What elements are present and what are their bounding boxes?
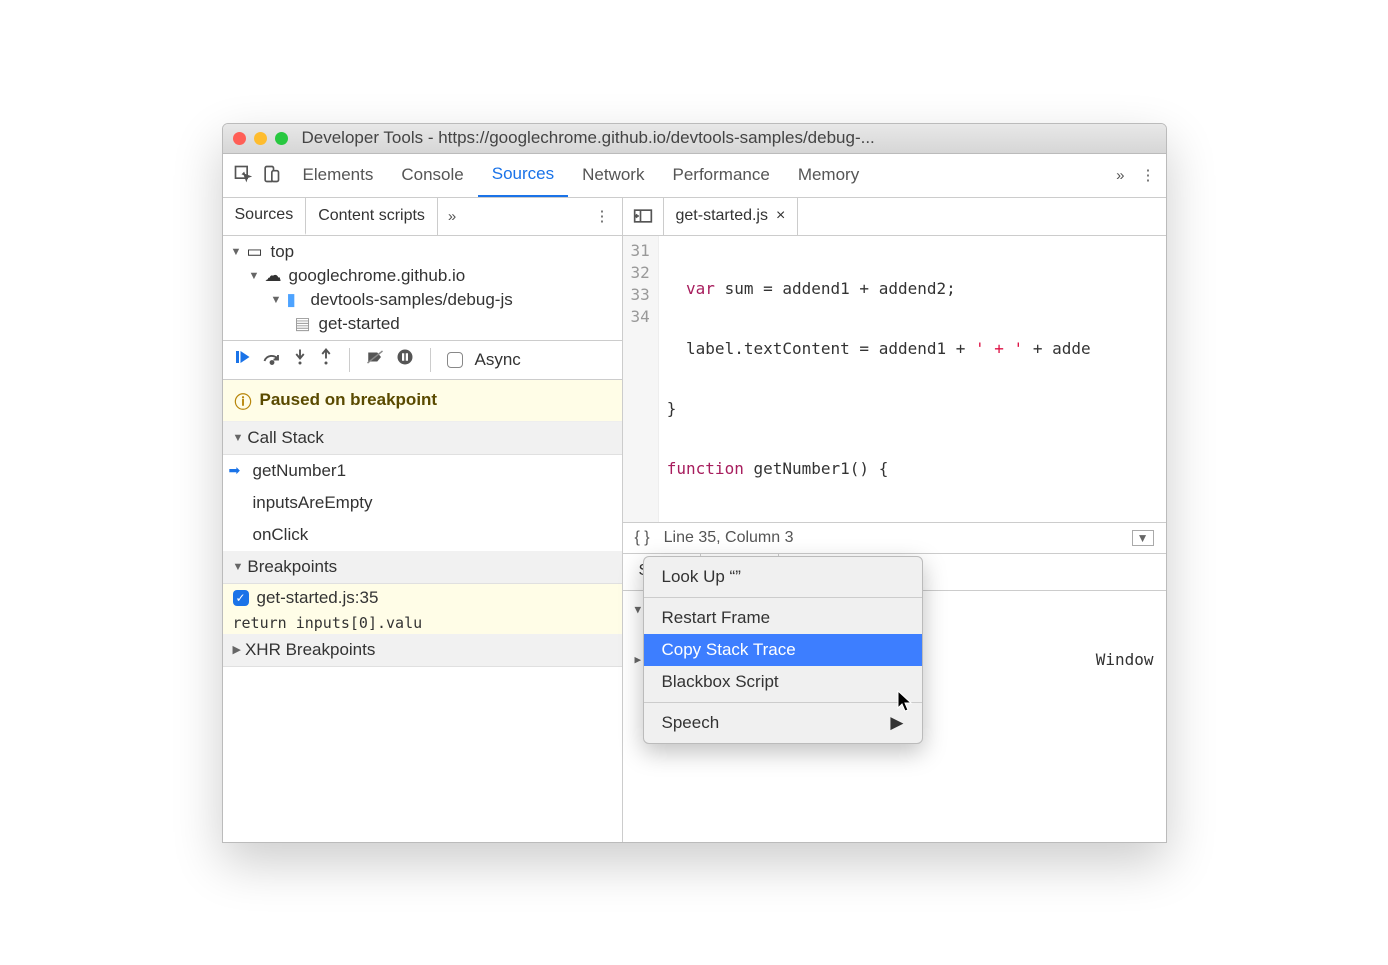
menu-restart-frame[interactable]: Restart Frame (644, 602, 922, 634)
overflow-icon[interactable]: » (438, 208, 466, 225)
close-icon[interactable]: × (776, 207, 785, 225)
cursor-position: Line 35, Column 3 (664, 529, 794, 547)
step-over-icon[interactable] (263, 350, 281, 370)
tab-console[interactable]: Console (387, 153, 477, 197)
traffic-lights (233, 132, 288, 145)
file-tree: ▼ ▭ top ▼ ☁ googlechrome.github.io ▼ ▮ d… (223, 236, 622, 340)
cloud-icon: ☁ (265, 266, 283, 286)
tree-label: get-started (319, 314, 400, 334)
callstack-item[interactable]: inputsAreEmpty (223, 487, 622, 519)
navigator-tabs: Sources Content scripts » ⋮ (223, 198, 622, 236)
async-label: Async (475, 350, 521, 370)
editor-status: { } Line 35, Column 3 ▼ (623, 522, 1166, 554)
file-icon: ▤ (295, 314, 313, 334)
kebab-icon[interactable]: ⋮ (1141, 166, 1156, 184)
tree-label: devtools-samples/debug-js (311, 290, 513, 310)
breakpoint-item[interactable]: ✓ get-started.js:35 (223, 584, 622, 612)
pause-exceptions-icon[interactable] (396, 348, 414, 371)
context-menu: Look Up “” Restart Frame Copy Stack Trac… (643, 556, 923, 744)
navtab-content-scripts[interactable]: Content scripts (306, 197, 438, 235)
code-lines[interactable]: var sum = addend1 + addend2; label.textC… (659, 236, 1099, 522)
tree-origin[interactable]: ▼ ☁ googlechrome.github.io (223, 264, 622, 288)
step-out-icon[interactable] (319, 348, 333, 371)
menu-look-up[interactable]: Look Up “” (644, 561, 922, 593)
devtools-window: Developer Tools - https://googlechrome.g… (222, 123, 1167, 843)
minimize-icon[interactable] (254, 132, 267, 145)
file-tab-label: get-started.js (676, 207, 768, 225)
async-checkbox[interactable] (447, 352, 463, 368)
tree-label: googlechrome.github.io (289, 266, 466, 286)
tab-network[interactable]: Network (568, 153, 658, 197)
close-icon[interactable] (233, 132, 246, 145)
navtab-sources[interactable]: Sources (223, 197, 307, 235)
tab-sources[interactable]: Sources (478, 153, 568, 197)
right-panel: get-started.js × 31 32 33 34 var sum = a… (623, 198, 1166, 842)
resume-icon[interactable] (233, 348, 251, 371)
deactivate-breakpoints-icon[interactable] (366, 348, 384, 371)
paused-message: ⓘ Paused on breakpoint (223, 380, 622, 422)
code-editor[interactable]: 31 32 33 34 var sum = addend1 + addend2;… (623, 236, 1166, 522)
overflow-icon[interactable]: » (1116, 167, 1124, 184)
debugger-toolbar: Async (223, 340, 622, 380)
titlebar: Developer Tools - https://googlechrome.g… (223, 124, 1166, 154)
tab-performance[interactable]: Performance (658, 153, 783, 197)
device-icon[interactable] (261, 164, 283, 186)
info-icon: ⓘ (235, 388, 252, 413)
format-icon[interactable]: { } (635, 529, 650, 547)
tree-top[interactable]: ▼ ▭ top (223, 240, 622, 264)
file-tab[interactable]: get-started.js × (664, 197, 799, 235)
checkbox-icon[interactable]: ✓ (233, 590, 249, 606)
window-icon: ▭ (247, 242, 265, 262)
callstack-item[interactable]: onClick (223, 519, 622, 551)
tree-label: top (271, 242, 295, 262)
inspect-icon[interactable] (233, 164, 255, 186)
left-panel: Sources Content scripts » ⋮ ▼ ▭ top ▼ ☁ … (223, 198, 623, 842)
breakpoints-header[interactable]: ▼ Breakpoints (223, 551, 622, 584)
callstack-header[interactable]: ▼ Call Stack (223, 422, 622, 455)
submenu-arrow-icon: ▶ (890, 713, 903, 733)
tree-file[interactable]: ▤ get-started (223, 312, 622, 336)
toggle-navigator-icon[interactable] (623, 197, 664, 235)
breakpoint-code: return inputs[0].valu (223, 612, 622, 634)
step-into-icon[interactable] (293, 348, 307, 371)
kebab-icon[interactable]: ⋮ (583, 207, 622, 225)
window-title: Developer Tools - https://googlechrome.g… (302, 128, 875, 148)
tab-elements[interactable]: Elements (289, 153, 388, 197)
callstack-item[interactable]: getNumber1 (223, 455, 622, 487)
main-tabs: Elements Console Sources Network Perform… (223, 154, 1166, 198)
xhr-breakpoints-header[interactable]: ▶ XHR Breakpoints (223, 634, 622, 667)
maximize-icon[interactable] (275, 132, 288, 145)
tree-folder[interactable]: ▼ ▮ devtools-samples/debug-js (223, 288, 622, 312)
editor-header: get-started.js × (623, 198, 1166, 236)
tab-memory[interactable]: Memory (784, 153, 873, 197)
folder-icon: ▮ (287, 290, 305, 310)
gutter: 31 32 33 34 (623, 236, 659, 522)
menu-copy-stack-trace[interactable]: Copy Stack Trace (644, 634, 922, 666)
dropdown-icon[interactable]: ▼ (1132, 530, 1154, 546)
menu-speech[interactable]: Speech▶ (644, 707, 922, 739)
menu-blackbox-script[interactable]: Blackbox Script (644, 666, 922, 698)
